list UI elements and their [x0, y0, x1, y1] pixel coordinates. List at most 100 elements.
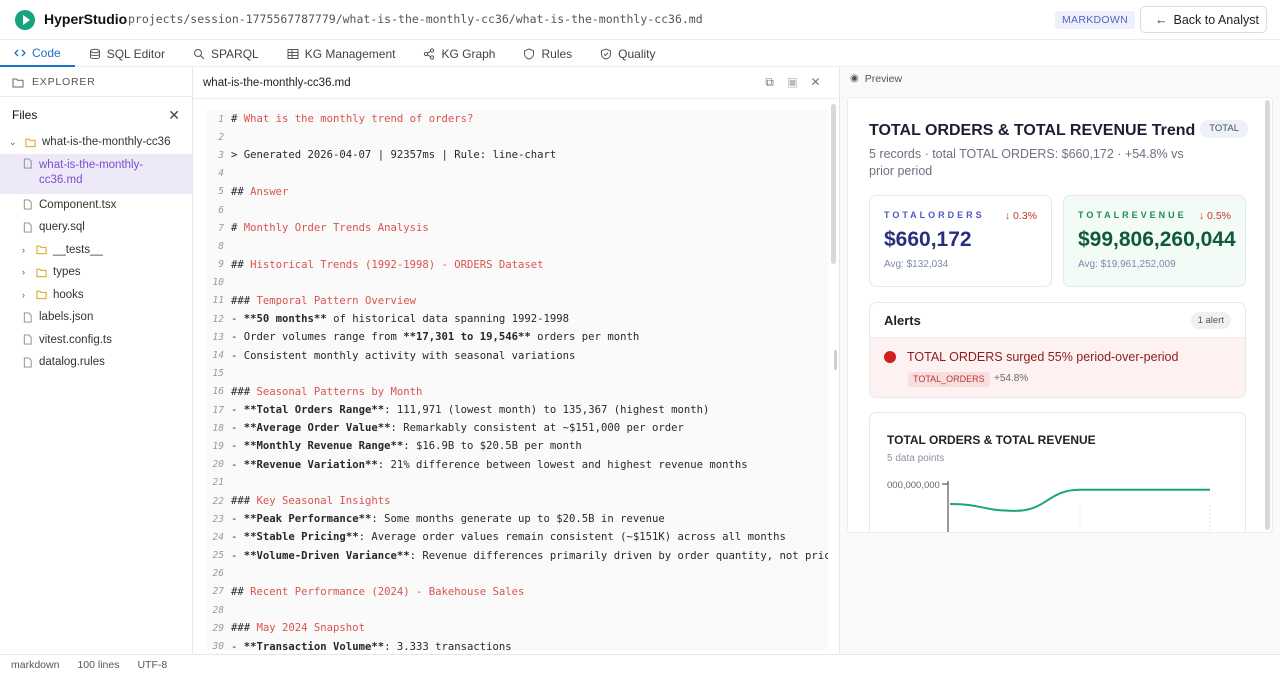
tab-kg-management[interactable]: KG Management [273, 40, 410, 67]
code-line: 16 ### Seasonal Patterns by Month [206, 383, 828, 401]
line-number: 2 [218, 131, 224, 143]
status-encoding: UTF-8 [137, 659, 168, 671]
file-tree: ⌄ what-is-the-monthly-cc36 what-is-the-mon… [0, 131, 192, 374]
line-number: 29 [212, 622, 224, 634]
code-line: 2 [206, 128, 828, 146]
line-text: - **Revenue Variation**: 21% difference … [231, 458, 748, 471]
folder-icon [36, 246, 47, 255]
file-item[interactable]: what-is-the-monthly-cc36.md [0, 153, 192, 194]
line-number: 21 [212, 477, 224, 489]
code-line: 8 [206, 237, 828, 255]
code-line: 26 [206, 565, 828, 583]
code-line: 24 - **Stable Pricing**: Average order va… [206, 528, 828, 546]
kpi-average: Avg: $132,034 [884, 259, 949, 270]
line-number: 19 [212, 440, 224, 452]
tab-label: Code [32, 45, 61, 60]
line-number: 16 [212, 386, 224, 398]
search-icon [193, 48, 205, 59]
code-icon [14, 49, 26, 56]
folder-item[interactable]: › types [0, 261, 192, 284]
alert-item: TOTAL ORDERS surged 55% period-over-peri… [870, 338, 1245, 397]
line-number: 17 [212, 404, 224, 416]
code-line: 14 - Consistent monthly activity with sea… [206, 346, 828, 364]
alert-tag: TOTAL_ORDERS [908, 372, 990, 387]
line-text: - **50 months** of historical data spann… [231, 313, 570, 326]
alert-change: +54.8% [994, 373, 1029, 384]
code-line: 22 ### Key Seasonal Insights [206, 492, 828, 510]
line-number: 20 [212, 459, 224, 471]
line-number: 26 [212, 568, 224, 580]
save-icon[interactable]: ▣ [786, 76, 799, 89]
tree-label: what-is-the-monthly-cc36.md [39, 158, 144, 187]
alerts-header: Alerts 1 alert [870, 303, 1245, 338]
back-to-analyst-button[interactable]: ← Back to Analyst [1140, 6, 1267, 33]
editor-actions: ⧉ ▣ ✕ [763, 76, 822, 89]
file-item[interactable]: Component.tsx [0, 194, 192, 217]
folder-item[interactable]: › __tests__ [0, 239, 192, 262]
tab-rules[interactable]: Rules [509, 40, 586, 67]
preview-scrollbar[interactable] [1265, 100, 1270, 530]
preview-title: TOTAL ORDERS & TOTAL REVENUE Trend [869, 122, 1196, 139]
code-line: 13 - Order volumes range from **17,301 to… [206, 328, 828, 346]
tab-sql-editor[interactable]: SQL Editor [75, 40, 179, 67]
line-number: 10 [212, 277, 224, 289]
chevron-right-icon: › [22, 244, 25, 255]
tab-label: SQL Editor [106, 46, 165, 61]
editor-scrollbar[interactable] [831, 104, 836, 264]
file-item[interactable]: datalog.rules [0, 351, 192, 374]
preview-content: TOTAL ORDERS & TOTAL REVENUE Trend TOTAL… [847, 97, 1273, 533]
file-item[interactable]: vitest.config.ts [0, 329, 192, 352]
line-text: - Consistent monthly activity with seaso… [231, 349, 576, 362]
chevron-down-icon: ⌄ [9, 136, 17, 147]
line-number: 30 [212, 641, 224, 650]
tab-label: Rules [541, 46, 573, 61]
tab-quality[interactable]: Quality [586, 40, 669, 67]
line-chart: 000,000,000 [887, 480, 1211, 532]
line-number: 9 [218, 259, 224, 271]
line-number: 15 [212, 368, 224, 380]
line-number: 22 [212, 495, 224, 507]
code-line: 3 > Generated 2026-04-07 | 92357ms | Rule… [206, 146, 828, 164]
code-line: 5 ## Answer [206, 183, 828, 201]
folder-item[interactable]: › hooks [0, 284, 192, 307]
chart-title: TOTAL ORDERS & TOTAL REVENUE [887, 433, 1096, 447]
tree-label: types [53, 266, 81, 279]
file-icon [23, 334, 32, 345]
file-icon [23, 157, 32, 169]
share-icon [424, 47, 435, 60]
code-line: 19 - **Monthly Revenue Range**: $16.9B to… [206, 437, 828, 455]
arrow-left-icon: ← [1155, 12, 1168, 27]
tab-code[interactable]: Code [0, 40, 75, 67]
line-number: 11 [212, 295, 224, 307]
line-number: 13 [212, 331, 224, 343]
folder-item[interactable]: ⌄ what-is-the-monthly-cc36 [0, 131, 192, 154]
copy-icon[interactable]: ⧉ [763, 76, 776, 89]
code-content[interactable]: 1 # What is the monthly trend of orders? 2… [206, 110, 828, 650]
preview-subtitle: 5 records · total TOTAL ORDERS: $660,172… [869, 147, 1184, 178]
folder-icon [36, 268, 47, 277]
tree-label: what-is-the-monthly-cc36 [42, 136, 171, 149]
line-text: ### Temporal Pattern Overview [231, 294, 416, 307]
tab-kg-graph[interactable]: KG Graph [409, 40, 509, 67]
close-icon[interactable]: ✕ [168, 107, 180, 124]
file-item[interactable]: labels.json [0, 306, 192, 329]
alerts-count-badge: 1 alert [1190, 311, 1231, 329]
line-number: 18 [212, 422, 224, 434]
status-language: markdown [11, 659, 60, 671]
tab-bar: Code SQL Editor SPARQL KG Management KG … [0, 40, 1280, 67]
app-logo-icon [15, 10, 35, 30]
folder-icon [25, 138, 36, 147]
kpi-delta: ↓ 0.5% [1198, 210, 1231, 222]
code-line: 18 - **Average Order Value**: Remarkably … [206, 419, 828, 437]
code-line: 27 ## Recent Performance (2024) - Bakehou… [206, 583, 828, 601]
file-item[interactable]: query.sql [0, 216, 192, 239]
status-line-count: 100 lines [77, 659, 120, 671]
chart-card: TOTAL ORDERS & TOTAL REVENUE 5 data poin… [869, 412, 1246, 532]
tab-sparql[interactable]: SPARQL [179, 40, 273, 67]
file-explorer: EXPLORER Files ✕ ⌄ what-is-the-monthly-cc… [0, 68, 193, 654]
y-tick-label: 000,000,000 [887, 480, 940, 491]
pane-resize-handle[interactable] [834, 350, 837, 370]
line-text: # What is the monthly trend of orders? [231, 113, 474, 126]
explorer-label: EXPLORER [32, 76, 96, 88]
close-icon[interactable]: ✕ [809, 76, 822, 89]
